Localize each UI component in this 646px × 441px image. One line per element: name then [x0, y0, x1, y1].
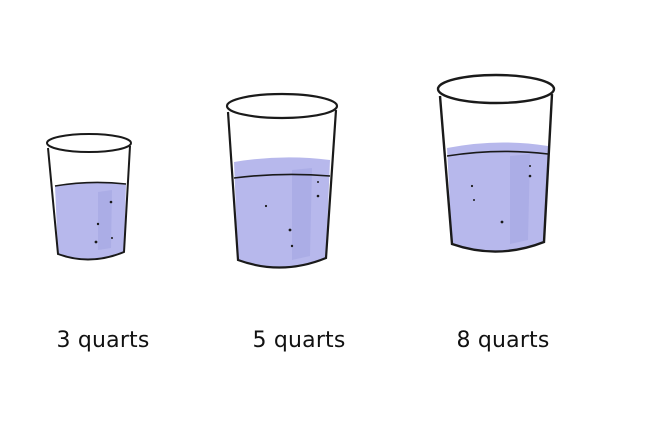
- water-fill: [55, 182, 126, 260]
- glass-rim: [436, 73, 556, 105]
- beaker-large: [436, 73, 556, 253]
- beaker-medium: [225, 92, 339, 269]
- beaker-label-medium: 5 quarts: [252, 328, 346, 353]
- water-shade: [98, 190, 112, 250]
- beaker-label-large: 8 quarts: [456, 328, 550, 353]
- water-fill: [447, 142, 548, 252]
- beaker-small: [46, 133, 132, 261]
- water-shade: [510, 154, 530, 244]
- beaker-label-small: 3 quarts: [56, 328, 150, 353]
- glass-rim: [225, 92, 339, 120]
- beaker-illustration: [46, 73, 556, 269]
- water-shade: [292, 168, 312, 260]
- glass-rim: [46, 133, 132, 153]
